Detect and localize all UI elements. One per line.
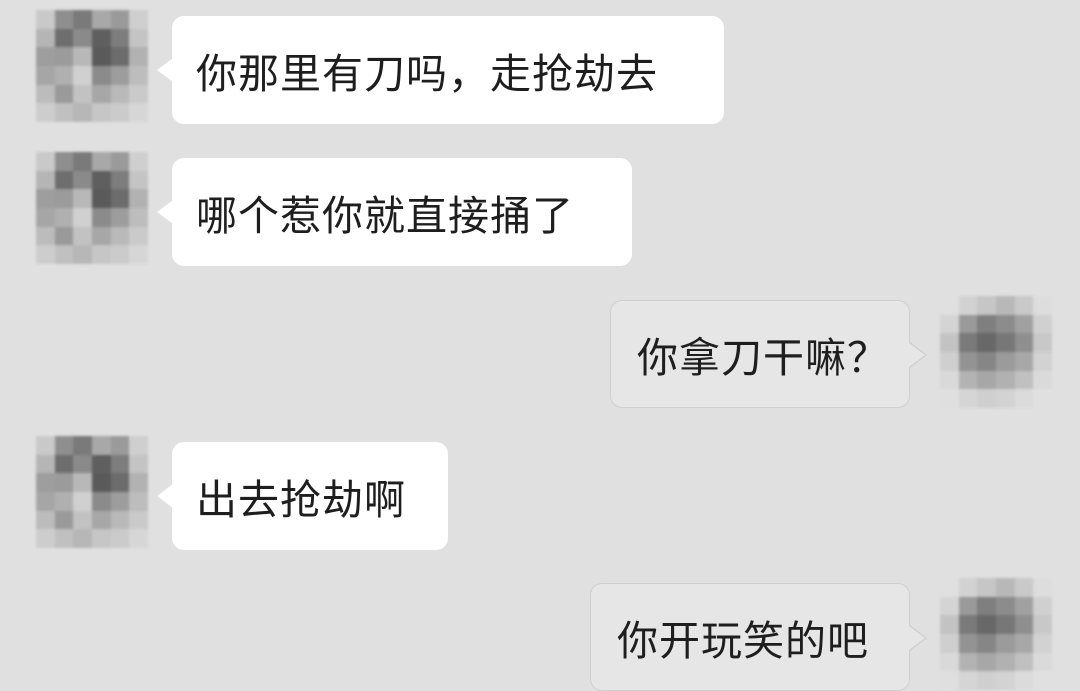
message-text: 你那里有刀吗，走抢劫去: [196, 50, 658, 98]
message-bubble-incoming[interactable]: 哪个惹你就直接捅了: [157, 158, 632, 266]
message-bubble-outgoing[interactable]: 你拿刀干嘛？: [610, 300, 927, 408]
self-avatar-icon[interactable]: [940, 296, 1052, 408]
contact-avatar-icon[interactable]: [36, 436, 148, 548]
chat-window: 你那里有刀吗，走抢劫去 哪个惹你就直接捅了 你拿刀干嘛？ 出去抢劫啊 你开玩笑的…: [0, 0, 1080, 691]
message-bubble-outgoing[interactable]: 你开玩笑的吧: [590, 583, 927, 691]
contact-avatar-icon[interactable]: [36, 10, 148, 122]
self-avatar-icon[interactable]: [940, 578, 1052, 690]
contact-avatar-icon[interactable]: [36, 152, 148, 264]
message-text: 出去抢劫啊: [196, 476, 406, 524]
message-text: 哪个惹你就直接捅了: [196, 192, 574, 240]
message-bubble-incoming[interactable]: 你那里有刀吗，走抢劫去: [157, 16, 724, 124]
message-bubble-incoming[interactable]: 出去抢劫啊: [157, 442, 448, 550]
message-text: 你开玩笑的吧: [617, 617, 869, 665]
message-text: 你拿刀干嘛？: [637, 334, 889, 382]
